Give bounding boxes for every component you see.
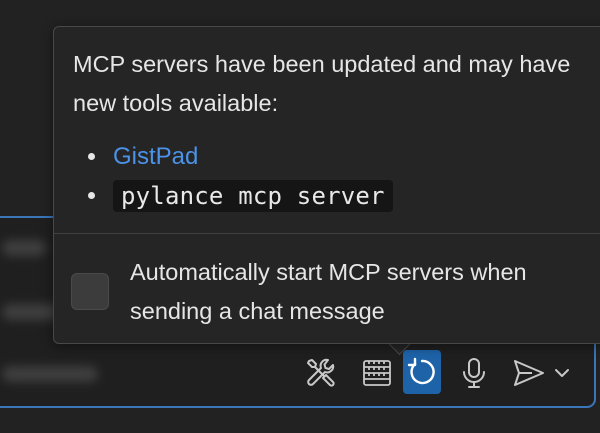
- send-options-dropdown[interactable]: [550, 352, 574, 394]
- server-list: GistPad pylance mcp server: [88, 137, 393, 215]
- configure-tools-button[interactable]: [302, 352, 340, 394]
- refresh-mcp-servers-button[interactable]: [403, 350, 441, 394]
- auto-start-label[interactable]: Automatically start MCP servers when sen…: [130, 253, 600, 331]
- context-icon: [363, 360, 391, 386]
- send-icon: [514, 360, 544, 386]
- server-list-item: pylance mcp server: [88, 176, 393, 215]
- refresh-icon: [407, 357, 435, 385]
- divider: [54, 233, 600, 234]
- popup-message: MCP servers have been updated and may ha…: [73, 51, 571, 116]
- bullet-icon: [88, 153, 95, 160]
- tools-icon: [307, 358, 335, 387]
- add-context-button[interactable]: [358, 352, 396, 394]
- chevron-down-icon: [555, 369, 569, 377]
- blurred-chat-text: [2, 366, 98, 382]
- bullet-icon: [88, 192, 95, 199]
- voice-input-button[interactable]: [455, 352, 493, 394]
- mcp-update-popup: MCP servers have been updated and may ha…: [53, 26, 600, 344]
- server-link-gistpad[interactable]: GistPad: [113, 143, 198, 171]
- server-list-item: GistPad: [88, 137, 393, 176]
- server-name-pylance: pylance mcp server: [113, 179, 393, 212]
- auto-start-checkbox[interactable]: [71, 273, 109, 310]
- blurred-chat-text: [2, 240, 46, 256]
- send-button[interactable]: [508, 352, 550, 394]
- microphone-icon: [463, 358, 485, 388]
